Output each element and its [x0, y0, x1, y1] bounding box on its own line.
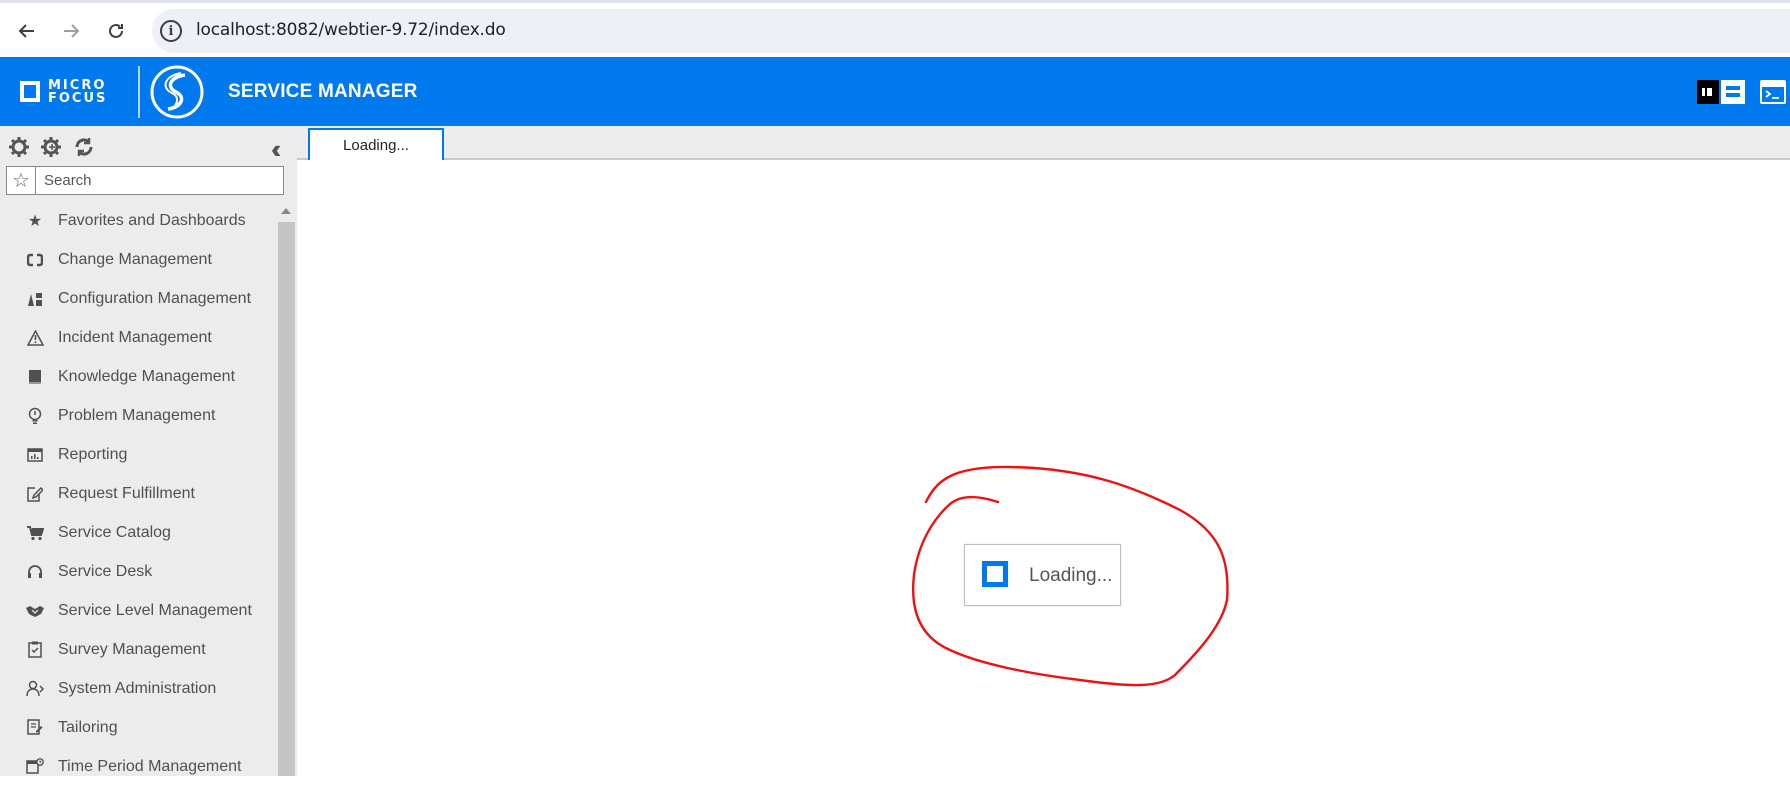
arrow-right-icon — [64, 24, 80, 38]
gear-icon[interactable] — [8, 136, 30, 158]
micro-focus-logo: MICRO FOCUS — [18, 78, 120, 106]
nav-list: ★ Favorites and Dashboards Change Manage… — [0, 201, 278, 786]
sidebar-item-label: Reporting — [58, 445, 128, 463]
admin-icon — [26, 680, 44, 698]
sidebar-item-knowledge-management[interactable]: Knowledge Management — [0, 357, 278, 396]
loading-spinner-icon — [982, 561, 1008, 587]
back-button[interactable] — [12, 16, 42, 46]
tailoring-icon — [26, 719, 44, 737]
sidebar-item-service-desk[interactable]: Service Desk — [0, 552, 278, 591]
configuration-icon — [26, 290, 44, 308]
logo-text-line2: FOCUS — [48, 91, 108, 106]
terminal-icon[interactable] — [1760, 80, 1786, 104]
reload-icon — [109, 23, 123, 38]
app-title: SERVICE MANAGER — [228, 81, 418, 102]
sidebar-item-label: Knowledge Management — [58, 367, 236, 385]
sidebar-item-label: Favorites and Dashboards — [58, 211, 246, 229]
arrow-left-icon — [18, 24, 34, 38]
sidebar-scrollbar[interactable] — [278, 206, 295, 776]
sidebar-item-time-period-management[interactable]: Time Period Management — [0, 747, 278, 786]
loading-text: Loading... — [1029, 565, 1113, 586]
sidebar-item-label: System Administration — [58, 679, 217, 697]
sidebar-item-label: Service Level Management — [58, 601, 252, 619]
sidebar-item-survey-management[interactable]: Survey Management — [0, 630, 278, 669]
sidebar-item-reporting[interactable]: Reporting — [0, 435, 278, 474]
reload-button[interactable] — [101, 16, 131, 46]
service-manager-logo-icon — [150, 65, 204, 119]
warning-icon — [26, 329, 44, 347]
info-icon[interactable]: i — [160, 20, 182, 42]
sidebar-item-problem-management[interactable]: Problem Management — [0, 396, 278, 435]
tab-strip: Loading... — [297, 126, 1790, 160]
scroll-up-arrow-icon[interactable] — [281, 208, 291, 214]
refresh-icon[interactable] — [73, 136, 95, 158]
loading-indicator: Loading... — [964, 544, 1121, 606]
sidebar-item-label: Configuration Management — [58, 289, 252, 307]
sidebar-item-configuration-management[interactable]: Configuration Management — [0, 279, 278, 318]
handshake-icon — [26, 602, 44, 620]
sidebar-item-favorites-and-dashboards[interactable]: ★ Favorites and Dashboards — [0, 201, 278, 240]
book-icon — [26, 368, 44, 386]
sidebar-item-request-fulfillment[interactable]: Request Fulfillment — [0, 474, 278, 513]
tab-loading[interactable]: Loading... — [308, 128, 444, 160]
layout-split-icon[interactable] — [1697, 80, 1745, 104]
sidebar-item-label: Problem Management — [58, 406, 216, 424]
sidebar-item-tailoring[interactable]: Tailoring — [0, 708, 278, 747]
sidebar-item-service-level-management[interactable]: Service Level Management — [0, 591, 278, 630]
sidebar-item-label: Tailoring — [58, 718, 118, 736]
sidebar-item-label: Incident Management — [58, 328, 212, 346]
forward-button[interactable] — [56, 16, 86, 46]
sidebar-item-label: Service Desk — [58, 562, 153, 580]
sidebar-item-change-management[interactable]: Change Management — [0, 240, 278, 279]
clipboard-check-icon — [26, 641, 44, 659]
sidebar-item-system-administration[interactable]: System Administration — [0, 669, 278, 708]
search-box: ☆ — [6, 166, 284, 195]
star-icon[interactable]: ☆ — [7, 167, 36, 194]
sidebar-item-label: Survey Management — [58, 640, 206, 658]
sidebar-item-label: Time Period Management — [58, 757, 242, 775]
headset-icon — [26, 563, 44, 581]
scroll-thumb[interactable] — [278, 222, 295, 776]
logo-divider — [138, 66, 140, 118]
app-header: MICRO FOCUS SERVICE MANAGER — [0, 57, 1790, 126]
cart-icon — [26, 524, 44, 542]
sidebar-item-incident-management[interactable]: Incident Management — [0, 318, 278, 357]
browser-toolbar: i localhost:8082/webtier-9.72/index.do — [0, 0, 1790, 57]
report-icon — [26, 446, 44, 464]
gear-settings-icon[interactable] — [40, 136, 62, 158]
sidebar-item-label: Request Fulfillment — [58, 484, 195, 502]
collapse-sidebar-icon[interactable]: ‹‹ — [271, 134, 282, 165]
edit-form-icon — [26, 485, 44, 503]
lightbulb-icon — [26, 407, 44, 425]
sidebar-item-label: Service Catalog — [58, 523, 171, 541]
change-icon — [26, 251, 44, 269]
search-input[interactable] — [44, 169, 280, 192]
url-text[interactable]: localhost:8082/webtier-9.72/index.do — [196, 20, 506, 40]
sidebar-item-label: Change Management — [58, 250, 212, 268]
sidebar: ‹‹ ☆ ★ Favorites and Dashboards Change M… — [0, 126, 297, 776]
sidebar-item-service-catalog[interactable]: Service Catalog — [0, 513, 278, 552]
calendar-icon — [26, 758, 44, 776]
star-icon: ★ — [27, 212, 43, 230]
